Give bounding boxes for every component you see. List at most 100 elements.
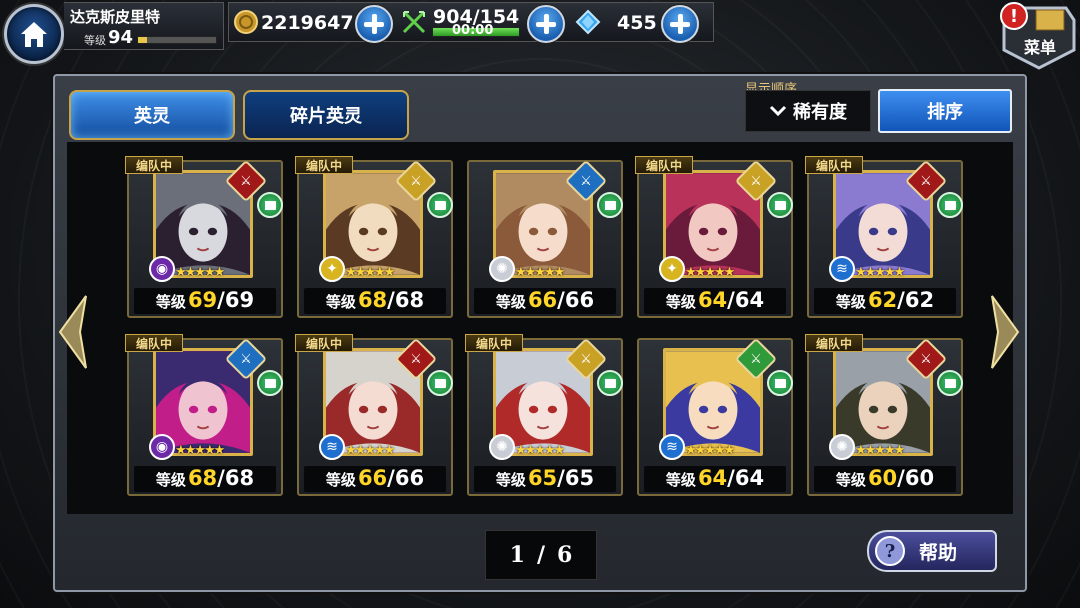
hero-level-label: 等级 <box>325 471 356 489</box>
exp-bar-fill <box>138 37 148 43</box>
hero-level-current: 65 <box>527 466 558 490</box>
hero-level-separator: / <box>727 288 735 312</box>
player-level-label: 等级 <box>84 34 106 47</box>
hero-level: 等级 66 / 66 <box>474 288 616 314</box>
book-icon <box>597 370 623 396</box>
hero-level-label: 等级 <box>665 293 696 311</box>
add-stamina-button[interactable] <box>527 5 565 43</box>
book-icon <box>937 192 963 218</box>
book-icon <box>427 192 453 218</box>
top-hud: 达克斯皮里特 等级 94 2219647 904/154 455 00:00 <box>0 0 1000 64</box>
hero-level-max: 65 <box>564 466 595 490</box>
home-icon <box>21 22 47 47</box>
hero-card[interactable]: 编队中 ⚔ ≋ ★★★★★ 等级 <box>295 334 453 496</box>
book-icon <box>257 192 283 218</box>
hero-level-separator: / <box>897 288 905 312</box>
hero-level-max: 66 <box>394 466 425 490</box>
book-icon <box>427 370 453 396</box>
rarity-stars: ★★★★★ <box>345 443 395 458</box>
player-name: 达克斯皮里特 <box>70 8 161 26</box>
hero-level-max: 68 <box>394 288 425 312</box>
tab-heroes[interactable]: 英灵 <box>69 90 235 140</box>
rarity-stars: ★★★★★ <box>345 265 395 280</box>
hero-level-separator: / <box>727 466 735 490</box>
hero-level-max: 64 <box>734 466 765 490</box>
hero-card[interactable]: 编队中 ⚔ ◉ ★★★★★ 等级 <box>125 156 283 318</box>
menu-button[interactable]: ! 菜单 <box>1000 0 1078 70</box>
hero-level-max: 68 <box>224 466 255 490</box>
water-element-icon: ≋ <box>659 434 685 460</box>
water-element-icon: ≋ <box>829 256 855 282</box>
next-page-arrow-icon[interactable] <box>988 292 1024 372</box>
rarity-stars: ★★★★★ <box>685 443 735 458</box>
prev-page-arrow-icon[interactable] <box>54 292 90 372</box>
help-button[interactable]: ? 帮助 <box>867 530 997 572</box>
page-total: 6 <box>557 542 573 568</box>
wind-element-icon: ✺ <box>489 434 515 460</box>
dark-element-icon: ◉ <box>149 434 175 460</box>
rarity-stars: ★★★★★ <box>515 443 565 458</box>
hero-level: 等级 62 / 62 <box>814 288 956 314</box>
crystal-value: 455 <box>617 12 657 34</box>
rarity-stars: ★★★★★ <box>175 443 225 458</box>
question-icon: ? <box>875 536 905 566</box>
hero-level-current: 68 <box>357 288 388 312</box>
hero-level-label: 等级 <box>665 471 696 489</box>
formation-tag: 编队中 <box>295 334 353 352</box>
hero-level-max: 64 <box>734 288 765 312</box>
hero-level: 等级 65 / 65 <box>474 466 616 492</box>
add-crystal-button[interactable] <box>661 5 699 43</box>
hero-level: 等级 68 / 68 <box>134 466 276 492</box>
water-element-icon: ≋ <box>319 434 345 460</box>
hero-level: 等级 60 / 60 <box>814 466 956 492</box>
hero-level-max: 66 <box>564 288 595 312</box>
rarity-stars: ★★★★★ <box>855 265 905 280</box>
book-icon <box>767 192 793 218</box>
hero-card[interactable]: 编队中 ⚔ ✺ ★★★★★ 等级 <box>805 334 963 496</box>
hero-level-separator: / <box>557 288 565 312</box>
hero-level-separator: / <box>387 288 395 312</box>
hero-card[interactable]: 编队中 ⚔ ≋ ★★★★★ 等级 <box>805 156 963 318</box>
hero-level-current: 66 <box>357 466 388 490</box>
wind-element-icon: ✺ <box>829 434 855 460</box>
add-gold-button[interactable] <box>355 5 393 43</box>
stamina-timer: 00:00 <box>452 23 494 38</box>
hero-level-current: 64 <box>697 288 728 312</box>
hero-level-max: 62 <box>904 288 935 312</box>
formation-tag: 编队中 <box>805 156 863 174</box>
hero-card[interactable]: 编队中 ⚔ ✺ ★★★★★ 等级 <box>465 334 623 496</box>
hero-level-current: 68 <box>187 466 218 490</box>
book-icon <box>767 370 793 396</box>
hero-level-max: 69 <box>224 288 255 312</box>
formation-tag: 编队中 <box>805 334 863 352</box>
book-icon <box>937 370 963 396</box>
crystal-icon <box>575 9 601 35</box>
sort-button[interactable]: 排序 <box>878 89 1012 133</box>
hero-card[interactable]: 编队中 ⚔ ◉ ★★★★★ 等级 <box>125 334 283 496</box>
page-current: 1 <box>509 542 525 568</box>
formation-tag: 编队中 <box>295 156 353 174</box>
gold-coin-icon <box>234 10 258 34</box>
hero-level-label: 等级 <box>325 293 356 311</box>
sort-order-select[interactable]: 稀有度 <box>745 90 871 132</box>
hero-level-label: 等级 <box>835 293 866 311</box>
hero-level-current: 64 <box>697 466 728 490</box>
formation-tag: 编队中 <box>125 156 183 174</box>
home-button[interactable] <box>4 4 64 64</box>
crossed-swords-icon <box>402 10 426 34</box>
wind-element-icon: ✺ <box>489 256 515 282</box>
page-separator: / <box>536 542 546 568</box>
hero-card[interactable]: ⚔ ≋ ★★★★★ 等级 64 / 64 <box>637 337 793 496</box>
player-info: 达克斯皮里特 等级 94 <box>64 2 224 50</box>
rarity-stars: ★★★★★ <box>515 265 565 280</box>
hero-level-separator: / <box>217 466 225 490</box>
tab-hero-fragments[interactable]: 碎片英灵 <box>243 90 409 140</box>
hero-level: 等级 64 / 64 <box>644 288 786 314</box>
help-label: 帮助 <box>919 541 958 564</box>
hero-card[interactable]: ⚔ ✺ ★★★★★ 等级 66 / 66 <box>467 159 623 318</box>
book-icon <box>597 192 623 218</box>
hero-card[interactable]: 编队中 ⚔ ✦ ★★★★★ 等级 <box>295 156 453 318</box>
hero-level-label: 等级 <box>495 471 526 489</box>
hero-card[interactable]: 编队中 ⚔ ✦ ★★★★★ 等级 <box>635 156 793 318</box>
hero-level-current: 69 <box>187 288 218 312</box>
